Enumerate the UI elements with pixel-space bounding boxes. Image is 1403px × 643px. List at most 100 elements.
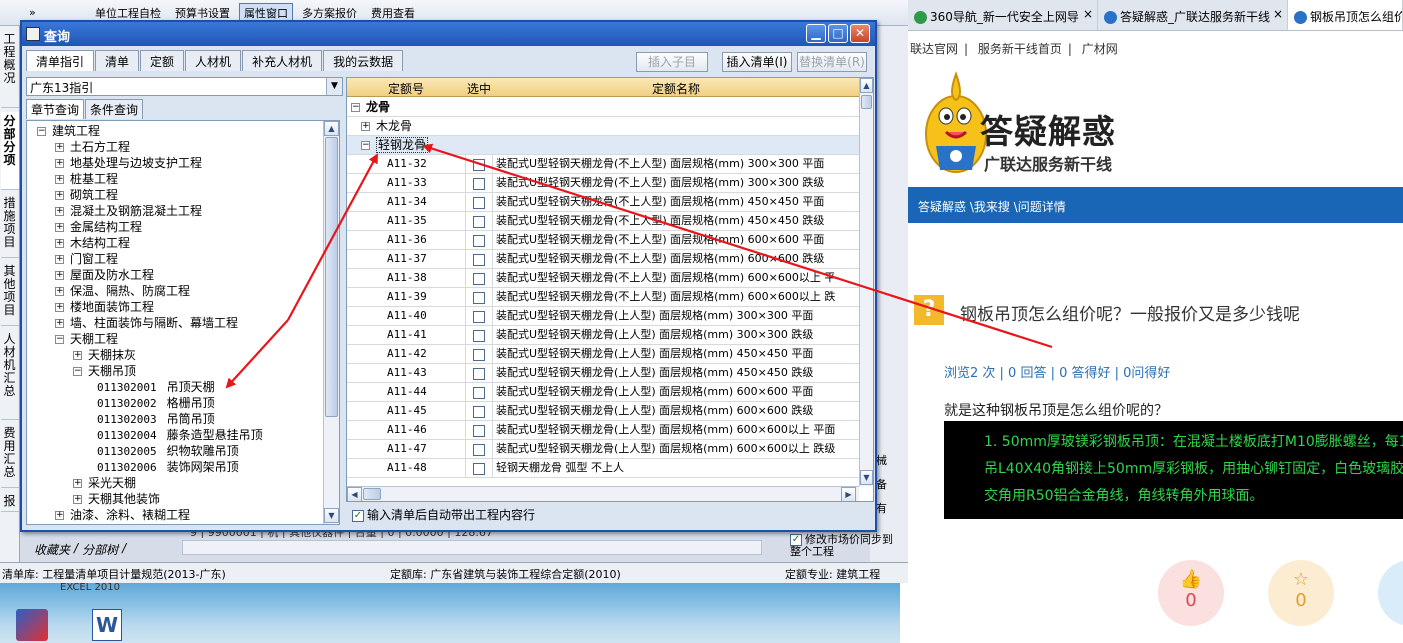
- quota-row[interactable]: A11-46 装配式U型轻钢天棚龙骨(上人型) 面层规格(mm) 600×600以…: [347, 421, 859, 440]
- quota-row[interactable]: A11-48 轻钢天棚龙骨 弧型 不上人: [347, 459, 859, 478]
- tree-vscroll[interactable]: ▲ ▼: [323, 121, 339, 524]
- scroll-thumb[interactable]: [861, 95, 872, 109]
- sync-market-price[interactable]: ✓ 修改市场价同步到整个工程: [790, 534, 900, 558]
- collapse-icon[interactable]: −: [351, 103, 360, 112]
- library-select[interactable]: 广东13指引 ▼: [26, 77, 343, 96]
- breadcrumb[interactable]: 答疑解惑 \我来搜 \问题详情: [908, 187, 1403, 223]
- tree-chapter[interactable]: + 桩基工程: [37, 171, 323, 187]
- tab-chapter-query[interactable]: 章节查询: [26, 99, 85, 119]
- row-select-checkbox[interactable]: [473, 444, 485, 456]
- scroll-up-icon[interactable]: ▲: [324, 121, 339, 136]
- quota-row[interactable]: A11-42 装配式U型轻钢天棚龙骨(上人型) 面层规格(mm) 450×450 …: [347, 345, 859, 364]
- insert-list-button[interactable]: 插入清单(I): [722, 52, 792, 72]
- row-select-checkbox[interactable]: [473, 178, 485, 190]
- tab-cloud-data[interactable]: 我的云数据: [323, 50, 404, 71]
- tab-condition-query[interactable]: 条件查询: [85, 99, 144, 119]
- tab-list-guide[interactable]: 清单指引: [26, 50, 95, 71]
- expand-icon[interactable]: +: [55, 303, 64, 312]
- group-row-keel[interactable]: − 龙骨: [347, 98, 859, 117]
- quota-row[interactable]: A11-39 装配式U型轻钢天棚龙骨(不上人型) 面层规格(mm) 600×600…: [347, 288, 859, 307]
- browser-tab-360[interactable]: 360导航_新一代安全上网导 ×: [908, 0, 1098, 30]
- tree-sub-suspended[interactable]: − 天棚吊顶: [37, 363, 323, 379]
- quota-row[interactable]: A11-44 装配式U型轻钢天棚龙骨(上人型) 面层规格(mm) 600×600 …: [347, 383, 859, 402]
- close-icon[interactable]: ×: [1273, 7, 1283, 21]
- expand-icon[interactable]: +: [55, 191, 64, 200]
- collapse-icon[interactable]: −: [73, 367, 82, 376]
- expand-icon[interactable]: +: [55, 287, 64, 296]
- minimize-button[interactable]: ▁: [806, 24, 826, 43]
- expand-icon[interactable]: +: [55, 239, 64, 248]
- tree-leaf[interactable]: 011302005 织物软雕吊顶: [37, 443, 323, 459]
- tab-section-tree[interactable]: 分部树: [80, 541, 120, 558]
- row-select-checkbox[interactable]: [473, 406, 485, 418]
- rail-report[interactable]: 报: [0, 492, 19, 512]
- quota-row[interactable]: A11-33 装配式U型轻钢天棚龙骨(不上人型) 面层规格(mm) 300×300…: [347, 174, 859, 193]
- row-select-checkbox[interactable]: [473, 273, 485, 285]
- rail-other-items[interactable]: 其他项目: [0, 262, 19, 326]
- share-button[interactable]: [1378, 560, 1403, 626]
- nav-material-site[interactable]: 广材网: [1082, 42, 1118, 56]
- expand-icon[interactable]: +: [55, 159, 64, 168]
- rail-cost-summary[interactable]: 费用汇总: [0, 424, 19, 488]
- favorite-button[interactable]: ☆ 0: [1268, 560, 1334, 626]
- scroll-left-icon[interactable]: ◀: [347, 487, 362, 501]
- expand-icon[interactable]: +: [73, 495, 82, 504]
- rail-project-overview[interactable]: 工程概况: [0, 30, 19, 108]
- expand-icon[interactable]: +: [55, 319, 64, 328]
- quota-row[interactable]: A11-37 装配式U型轻钢天棚龙骨(不上人型) 面层规格(mm) 600×600…: [347, 250, 859, 269]
- replace-list-button[interactable]: 替换清单(R): [797, 52, 867, 72]
- tree-chapter[interactable]: + 保温、隔热、防腐工程: [37, 283, 323, 299]
- word-shortcut-icon[interactable]: W: [92, 609, 122, 641]
- browser-tab-qa[interactable]: 答疑解惑_广联达服务新干线 ×: [1098, 0, 1288, 30]
- collapse-icon[interactable]: −: [55, 335, 64, 344]
- tab-labor-material[interactable]: 人材机: [185, 50, 242, 71]
- expand-icon[interactable]: +: [55, 143, 64, 152]
- tree-chapter[interactable]: + 砌筑工程: [37, 187, 323, 203]
- tree-leaf[interactable]: 011302004 藤条造型悬挂吊顶: [37, 427, 323, 443]
- expand-icon[interactable]: +: [73, 351, 82, 360]
- quota-row[interactable]: A11-43 装配式U型轻钢天棚龙骨(上人型) 面层规格(mm) 450×450 …: [347, 364, 859, 383]
- tree-chapter[interactable]: + 楼地面装饰工程: [37, 299, 323, 315]
- tree-root[interactable]: − 建筑工程: [37, 123, 323, 139]
- row-select-checkbox[interactable]: [473, 216, 485, 228]
- quota-row[interactable]: A11-41 装配式U型轻钢天棚龙骨(上人型) 面层规格(mm) 300×300 …: [347, 326, 859, 345]
- tree-chapter[interactable]: + 土石方工程: [37, 139, 323, 155]
- tab-quota[interactable]: 定额: [140, 50, 185, 71]
- grid-vscroll[interactable]: ▲ ▼: [859, 78, 873, 486]
- row-select-checkbox[interactable]: [473, 368, 485, 380]
- tree-chapter[interactable]: + 混凝土及钢筋混凝土工程: [37, 203, 323, 219]
- tree-sub[interactable]: + 采光天棚: [37, 475, 323, 491]
- tree-chapter[interactable]: + 墙、柱面装饰与隔断、幕墙工程: [37, 315, 323, 331]
- behind-hscroll[interactable]: [182, 540, 762, 555]
- nav-official-site[interactable]: 联达官网: [910, 42, 958, 56]
- close-button[interactable]: ✕: [850, 24, 870, 43]
- expand-icon[interactable]: +: [55, 511, 64, 520]
- collapse-icon[interactable]: −: [361, 141, 370, 150]
- quota-row[interactable]: A11-36 装配式U型轻钢天棚龙骨(不上人型) 面层规格(mm) 600×600…: [347, 231, 859, 250]
- row-select-checkbox[interactable]: [473, 159, 485, 171]
- tree-chapter[interactable]: + 木结构工程: [37, 235, 323, 251]
- tab-favorites[interactable]: 收藏夹: [32, 541, 72, 558]
- group-row-light-steel-keel[interactable]: − 轻钢龙骨: [347, 136, 859, 155]
- grid-hscroll[interactable]: ◀ ▶: [347, 486, 859, 501]
- insert-child-button[interactable]: 插入子目: [636, 52, 708, 72]
- row-select-checkbox[interactable]: [473, 197, 485, 209]
- auto-bring-checkbox[interactable]: ✓: [352, 509, 364, 522]
- tree-chapter[interactable]: + 油漆、涂料、裱糊工程: [37, 507, 323, 523]
- collapse-icon[interactable]: −: [37, 127, 46, 136]
- expand-icon[interactable]: +: [55, 271, 64, 280]
- expand-icon[interactable]: +: [55, 175, 64, 184]
- quota-row[interactable]: A11-32 装配式U型轻钢天棚龙骨(不上人型) 面层规格(mm) 300×300…: [347, 155, 859, 174]
- tree-leaf[interactable]: 011302001 吊顶天棚: [37, 379, 323, 395]
- tab-supplement[interactable]: 补充人材机: [242, 50, 323, 71]
- scroll-up-icon[interactable]: ▲: [860, 78, 873, 93]
- row-select-checkbox[interactable]: [473, 235, 485, 247]
- scroll-thumb[interactable]: [325, 137, 338, 417]
- chevron-down-icon[interactable]: ▼: [326, 78, 342, 95]
- quota-row[interactable]: A11-35 装配式U型轻钢天棚龙骨(不上人型) 面层规格(mm) 450×450…: [347, 212, 859, 231]
- auto-bring-option[interactable]: ✓ 输入清单后自动带出工程内容行: [352, 506, 535, 523]
- rail-subsection[interactable]: 分部分项: [0, 112, 19, 190]
- browser-tab-question[interactable]: 钢板吊顶怎么组价: [1288, 0, 1403, 30]
- nav-service-home[interactable]: 服务新干线首页: [978, 42, 1062, 56]
- tree-chapter-ceiling[interactable]: − 天棚工程: [37, 331, 323, 347]
